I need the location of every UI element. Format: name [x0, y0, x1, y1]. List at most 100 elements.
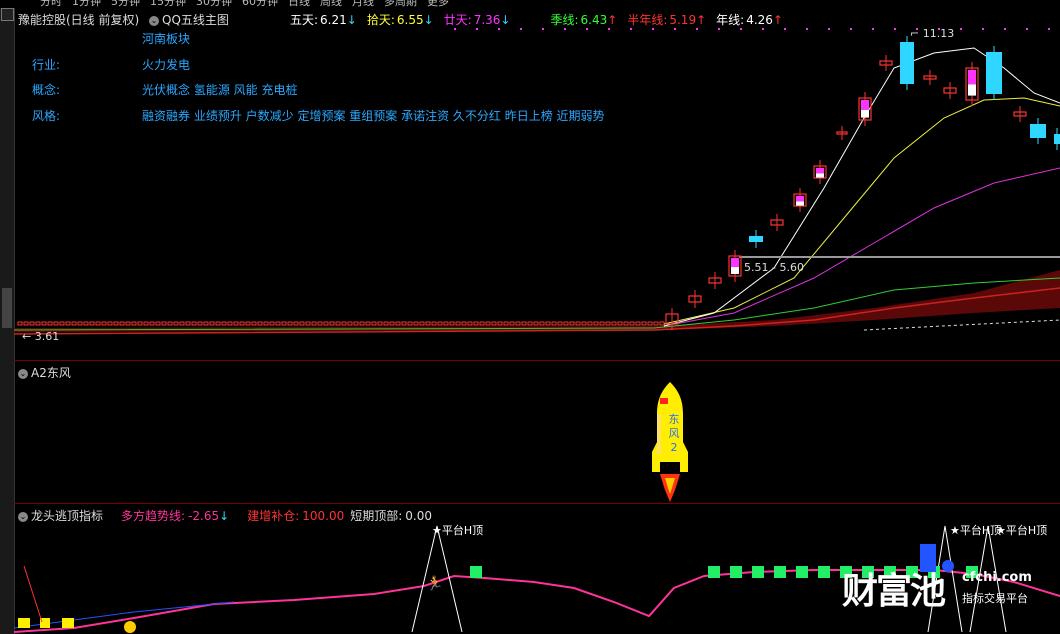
period-tab[interactable]: 日线: [288, 0, 310, 8]
ma-band: [14, 270, 1060, 332]
candle: [443, 321, 449, 326]
candle: [173, 321, 179, 326]
candle: [341, 321, 347, 326]
mid-indicator-name[interactable]: A2东风: [31, 366, 71, 380]
candle: [986, 52, 1002, 94]
candle: [275, 321, 281, 326]
candle: [623, 321, 629, 326]
range-label: 5.51 - 5.60: [744, 261, 804, 274]
candle: [395, 321, 401, 326]
collapse-box[interactable]: [1, 8, 14, 21]
dot-marker: [850, 28, 852, 30]
candle: [155, 321, 161, 326]
slogan-text: 指标交易平台: [962, 592, 1028, 605]
signal-square: [62, 618, 74, 628]
signal-square: [752, 566, 764, 578]
candle: [551, 321, 557, 326]
period-tab[interactable]: 多周期: [384, 0, 417, 8]
candle: [1030, 124, 1046, 138]
candle: [143, 321, 149, 326]
candle: [353, 321, 359, 326]
candle: [527, 321, 533, 326]
dotted-guide: [863, 319, 1060, 331]
period-tab[interactable]: 更多: [427, 0, 449, 8]
candle: [59, 321, 65, 326]
signal-square: [818, 566, 830, 578]
period-tab[interactable]: 5分钟: [111, 0, 140, 8]
candle: [185, 321, 191, 326]
candle: [545, 321, 551, 326]
candle: [635, 321, 641, 326]
candle: [611, 321, 617, 326]
candle: [575, 321, 581, 326]
period-tab[interactable]: 分时: [40, 0, 62, 8]
scroll-handle[interactable]: [2, 288, 12, 328]
candle: [179, 321, 185, 326]
dot-marker: [564, 28, 566, 30]
signal-square: [708, 566, 720, 578]
signal-line: [23, 565, 43, 623]
candle: [191, 321, 197, 326]
brand-text: 财富池: [842, 571, 946, 612]
platform-top-marker: ★平台H顶: [950, 524, 1002, 537]
candle: [149, 321, 155, 326]
candle: [137, 321, 143, 326]
candle: [347, 321, 353, 326]
candle: [449, 321, 455, 326]
signal-square: [18, 618, 30, 628]
period-tab[interactable]: 1分钟: [72, 0, 101, 8]
period-tab[interactable]: 30分钟: [196, 0, 232, 8]
period-tab[interactable]: 60分钟: [242, 0, 278, 8]
signal-square: [774, 566, 786, 578]
candle: [419, 321, 425, 326]
candle: [335, 321, 341, 326]
candle-fill: [861, 109, 869, 118]
period-tab[interactable]: 周线: [320, 0, 342, 8]
candle: [653, 321, 659, 326]
period-tab[interactable]: 15分钟: [150, 0, 186, 8]
candle: [167, 321, 173, 326]
candle: [269, 321, 275, 326]
candle: [563, 321, 569, 326]
candle: [251, 321, 257, 326]
dot-marker: [1004, 28, 1006, 30]
dot-marker: [674, 28, 676, 30]
signal-square: [730, 566, 742, 578]
candle: [455, 321, 461, 326]
candle: [281, 321, 287, 326]
candle: [221, 321, 227, 326]
candle: [305, 321, 311, 326]
candle: [323, 321, 329, 326]
candle: [377, 321, 383, 326]
dot-marker: [718, 28, 720, 30]
candle: [425, 321, 431, 326]
candle: [389, 321, 395, 326]
candle: [203, 321, 209, 326]
period-tab[interactable]: 月线: [352, 0, 374, 8]
candle: [293, 321, 299, 326]
candle-fill: [816, 173, 824, 178]
candle: [311, 321, 317, 326]
candle: [479, 321, 485, 326]
candle: [485, 321, 491, 326]
candle: [83, 321, 89, 326]
candle: [515, 321, 521, 326]
low-price-label: ← 3.61: [22, 330, 60, 343]
candle: [467, 321, 473, 326]
panel-divider: [14, 360, 1060, 361]
candle-fill: [816, 168, 824, 174]
dot-marker: [1026, 28, 1028, 30]
candle-fill: [731, 267, 739, 274]
main-kline-chart[interactable]: [14, 8, 1060, 360]
candle: [617, 321, 623, 326]
chevron-down-icon[interactable]: ⌄: [18, 368, 28, 379]
candle: [587, 321, 593, 326]
candle: [23, 321, 29, 326]
dot-marker: [894, 28, 896, 30]
platform-top-marker: ★平台H顶: [432, 524, 484, 537]
candle: [233, 321, 239, 326]
left-scroll-bar[interactable]: [0, 8, 15, 634]
candle: [599, 321, 605, 326]
candle: [383, 321, 389, 326]
dot-marker: [476, 28, 478, 30]
